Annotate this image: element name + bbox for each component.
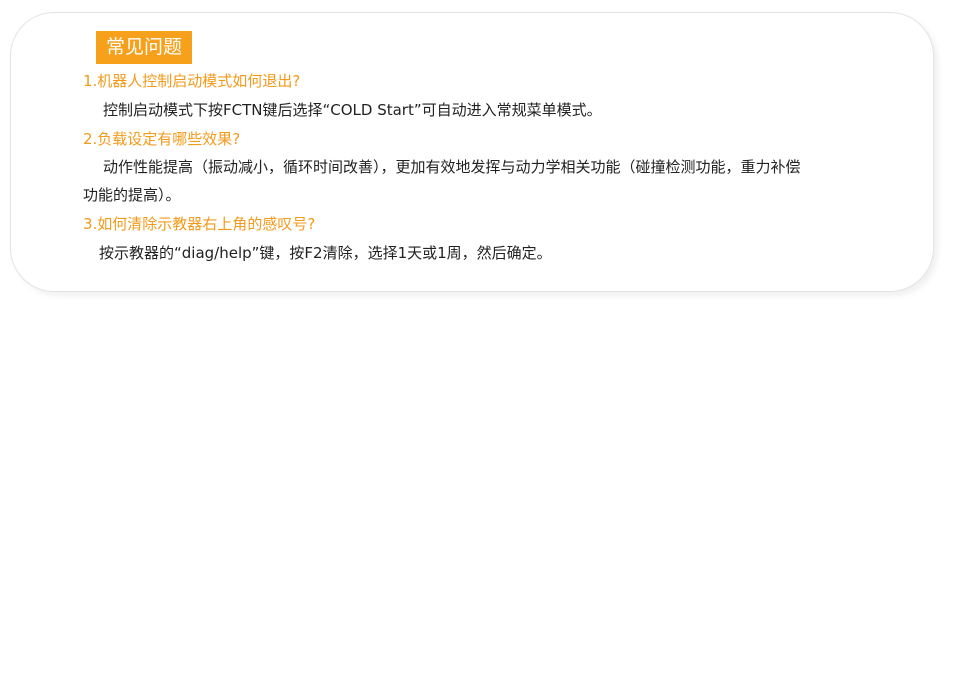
faq-answer-3-text: 按示教器的“diag/help”键，按F2清除，选择1天或1周，然后确定。 (99, 244, 552, 262)
faq-answer-3: 按示教器的“diag/help”键，按F2清除，选择1天或1周，然后确定。 (83, 239, 883, 267)
faq-answer-1-text: 控制启动模式下按FCTN键后选择“COLD Start”可自动进入常规菜单模式。 (103, 101, 602, 119)
faq-answer-2: 动作性能提高（振动减小，循环时间改善），更加有效地发挥与动力学相关功能（碰撞检测… (83, 153, 883, 209)
faq-question-2: 2.负载设定有哪些效果? (83, 130, 241, 148)
faq-answer-2-line-2: 功能的提高）。 (83, 186, 181, 204)
faq-answer-1: 控制启动模式下按FCTN键后选择“COLD Start”可自动进入常规菜单模式。 (83, 96, 883, 124)
faq-answer-2-line-1: 动作性能提高（振动减小，循环时间改善），更加有效地发挥与动力学相关功能（碰撞检测… (103, 158, 801, 176)
faq-question-1: 1.机器人控制启动模式如何退出? (83, 72, 301, 90)
faq-question-3: 3.如何清除示教器右上角的感叹号? (83, 215, 316, 233)
faq-section-title: 常见问题 (96, 31, 193, 64)
